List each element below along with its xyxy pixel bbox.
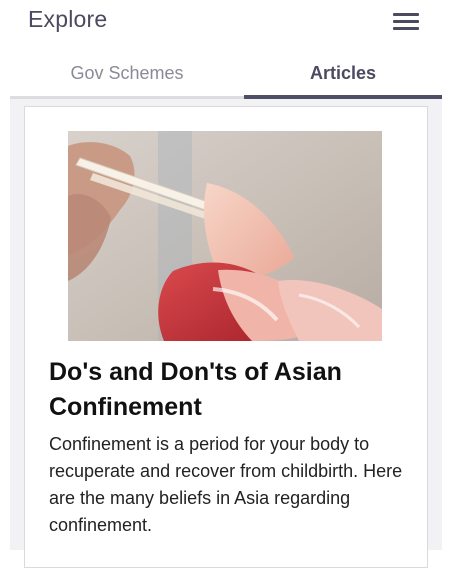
article-card[interactable]: Do's and Don'ts of Asian Confinement Con… <box>24 106 428 568</box>
tab-bar: Gov Schemes Articles <box>10 52 442 99</box>
hamburger-menu-icon[interactable] <box>390 10 422 34</box>
menu-line <box>393 20 419 23</box>
app-header: Explore <box>0 0 450 52</box>
menu-line <box>393 27 419 30</box>
menu-line <box>393 13 419 16</box>
food-photo <box>68 131 382 341</box>
article-list: Do's and Don'ts of Asian Confinement Con… <box>10 99 442 568</box>
article-summary: Confinement is a period for your body to… <box>49 434 403 535</box>
article-image <box>68 131 382 341</box>
tab-gov-schemes[interactable]: Gov Schemes <box>10 52 244 96</box>
tab-articles[interactable]: Articles <box>244 52 442 99</box>
page-title: Explore <box>28 6 108 32</box>
article-title: Do's and Don'ts of Asian Confinement <box>49 358 342 421</box>
